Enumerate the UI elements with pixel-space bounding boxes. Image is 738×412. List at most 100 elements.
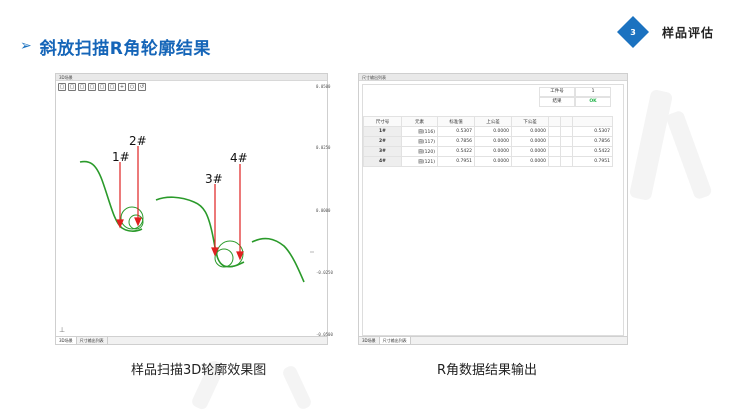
table-cell <box>560 146 573 157</box>
section-number-badge: 3 <box>616 15 650 49</box>
table-cell: 0.5422 <box>572 146 613 157</box>
table-cell: 圆(120) <box>401 146 438 157</box>
axis-tick-label: 0.0250 <box>316 145 331 150</box>
right-caption: R角数据结果输出 <box>437 363 538 378</box>
table-row[interactable]: 3# 圆(120) 0.5422 0.0000 0.0000 0.5422 <box>363 146 613 157</box>
table-cell: 圆(116) <box>401 126 438 137</box>
3d-view-tabbar: 3D场景 尺寸输出列表 <box>56 336 327 344</box>
arrow-1-head <box>116 219 124 229</box>
column-header[interactable]: 标准值 <box>437 116 475 127</box>
watermark-stroke <box>665 109 713 201</box>
size-output-table: 尺寸号 元素 标准值 上公差 下公差 1# 圆(116) 0.5307 0.00… <box>363 116 613 167</box>
table-row[interactable]: 4# 圆(121) 0.7951 0.0000 0.0000 0.7951 <box>363 156 613 167</box>
result-label: 结果 <box>539 97 575 107</box>
table-cell: 0.0000 <box>511 156 549 167</box>
table-cell: 0.0000 <box>511 146 549 157</box>
back-view-icon[interactable]: ▢ <box>68 83 76 91</box>
table-cell: 圆(121) <box>401 156 438 167</box>
table-cell <box>548 136 561 147</box>
left-view-icon[interactable]: ▢ <box>78 83 86 91</box>
profile-curve-1 <box>79 160 143 232</box>
table-cell <box>560 126 573 137</box>
table-cell <box>560 156 573 167</box>
table-cell: 0.5422 <box>437 146 475 157</box>
table-cell: 0.7951 <box>572 156 613 167</box>
table-cell: 圆(117) <box>401 136 438 147</box>
table-cell: 1# <box>363 126 402 137</box>
table-cell: 0.5307 <box>437 126 475 137</box>
fit-circle-2 <box>128 214 144 230</box>
axis-tick-label: 0.0000 <box>316 208 331 213</box>
column-header[interactable] <box>572 116 613 127</box>
marker-label-4: 4# <box>230 151 248 165</box>
zoom-fit-icon[interactable]: ○ <box>128 83 136 91</box>
table-cell: 0.0000 <box>474 136 512 147</box>
marker-label-2: 2# <box>129 134 147 148</box>
arrow-2-head <box>134 217 142 227</box>
column-header[interactable] <box>560 116 573 127</box>
table-row[interactable]: 1# 圆(116) 0.5307 0.0000 0.0000 0.5307 <box>363 126 613 137</box>
marker-label-3: 3# <box>205 172 223 186</box>
3d-view-titlebar: 3D场景 <box>56 74 327 81</box>
table-cell: 0.0000 <box>474 146 512 157</box>
profile-plot: 1# 2# 3# 4# <box>79 134 314 283</box>
workpiece-value[interactable]: 1 <box>575 87 611 97</box>
section-label: 样品评估 <box>662 26 715 40</box>
table-cell <box>548 126 561 137</box>
profile-curve-2 <box>155 196 245 268</box>
table-cell <box>548 156 561 167</box>
profile-curve-3 <box>251 237 305 283</box>
badge-number: 3 <box>630 27 636 37</box>
result-status: OK <box>575 97 611 107</box>
reset-view-icon[interactable]: ↺ <box>138 83 146 91</box>
results-tabbar: 3D场景 尺寸输出列表 <box>359 336 627 344</box>
column-header[interactable]: 上公差 <box>474 116 512 127</box>
bottom-view-icon[interactable]: ▢ <box>108 83 116 91</box>
table-cell: 4# <box>363 156 402 167</box>
front-view-icon[interactable]: ▢ <box>58 83 66 91</box>
workpiece-label: 工件号 <box>539 87 575 97</box>
page-title: 斜放扫描R角轮廓结果 <box>39 38 211 59</box>
axis-tick-label: 0.0500 <box>316 84 331 89</box>
3d-view-canvas[interactable]: 1# 2# 3# 4# <box>56 82 327 336</box>
watermark-stroke <box>628 88 674 202</box>
results-table-area: 工件号 1 结果 OK 尺寸号 元素 标准值 上公差 下公差 1# 圆(116)… <box>362 84 624 336</box>
table-cell: 0.0000 <box>474 126 512 137</box>
tab-size-output-list[interactable]: 尺寸输出列表 <box>379 337 411 344</box>
table-cell <box>560 136 573 147</box>
column-header[interactable]: 尺寸号 <box>363 116 402 127</box>
3d-view-toolbar: ▢ ▢ ▢ ▢ ▢ ▢ + ○ ↺ <box>58 83 146 92</box>
table-cell: 0.7856 <box>437 136 475 147</box>
3d-view-window: 3D场景 1# 2# 3# 4# ▢ ▢ ▢ ▢ ▢ ▢ + ○ ↺ 0.050… <box>55 73 333 345</box>
tab-3d-scene[interactable]: 3D场景 <box>56 337 77 344</box>
workpiece-row: 工件号 1 <box>539 87 611 97</box>
table-cell: 2# <box>363 136 402 147</box>
left-caption: 样品扫描3D轮廓效果图 <box>131 363 267 378</box>
results-titlebar: 尺寸输出列表 <box>359 74 627 81</box>
table-cell: 0.0000 <box>474 156 512 167</box>
table-cell: 0.0000 <box>511 136 549 147</box>
table-cell: 0.0000 <box>511 126 549 137</box>
axis-tick-label: -0.0250 <box>316 270 333 275</box>
result-row: 结果 OK <box>539 97 611 107</box>
column-header[interactable]: 元素 <box>401 116 438 127</box>
axis-gizmo-icon: ⊥ <box>59 326 66 334</box>
tab-size-output-list[interactable]: 尺寸输出列表 <box>77 337 108 344</box>
top-view-icon[interactable]: ▢ <box>98 83 106 91</box>
table-cell: 0.7856 <box>572 136 613 147</box>
slide-title: ➢ 斜放扫描R角轮廓结果 <box>20 34 211 59</box>
zoom-in-icon[interactable]: + <box>118 83 126 91</box>
column-header[interactable] <box>548 116 561 127</box>
title-arrow-icon: ➢ <box>20 38 32 54</box>
table-row[interactable]: 2# 圆(117) 0.7856 0.0000 0.0000 0.7856 <box>363 136 613 147</box>
column-header[interactable]: 下公差 <box>511 116 549 127</box>
watermark-stroke <box>281 364 313 411</box>
table-cell: 0.7951 <box>437 156 475 167</box>
table-cell: 0.5307 <box>572 126 613 137</box>
marker-label-1: 1# <box>112 150 130 164</box>
table-cell <box>548 146 561 157</box>
tab-3d-scene[interactable]: 3D场景 <box>359 337 380 344</box>
right-view-icon[interactable]: ▢ <box>88 83 96 91</box>
results-window: 尺寸输出列表 工件号 1 结果 OK 尺寸号 元素 标准值 上公差 下公差 1#… <box>358 73 628 345</box>
table-header-row: 尺寸号 元素 标准值 上公差 下公差 <box>363 116 613 127</box>
